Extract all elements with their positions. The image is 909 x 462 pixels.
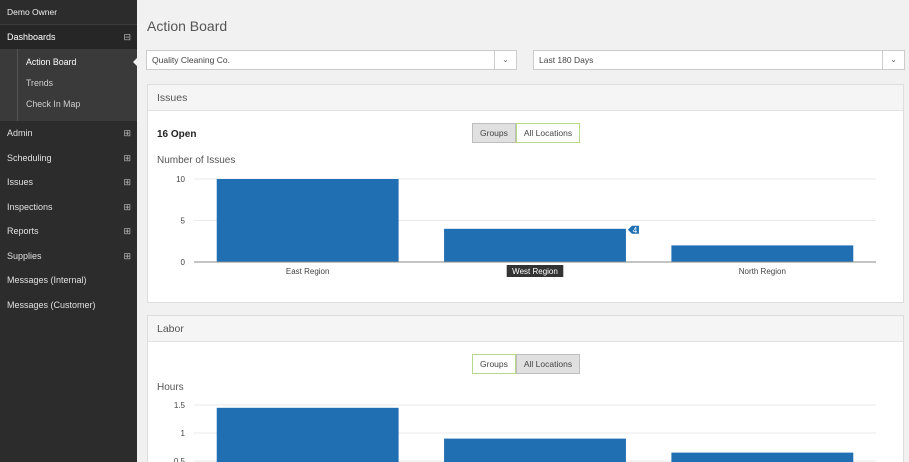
y-tick-label: 0.5: [174, 457, 186, 462]
y-tick-label: 1: [181, 429, 186, 438]
bar: [444, 438, 626, 462]
chevron-down-icon[interactable]: ⌄: [882, 51, 904, 69]
collapse-icon[interactable]: ⊟: [123, 25, 131, 50]
sidebar-item-reports[interactable]: Reports ⊞: [0, 219, 137, 244]
expand-icon[interactable]: ⊞: [123, 219, 131, 244]
bar: [444, 228, 626, 262]
y-tick-label: 0: [181, 258, 186, 267]
groups-button[interactable]: Groups: [472, 354, 516, 374]
sidebar-item-dashboards[interactable]: Dashboards ⊟: [0, 25, 137, 49]
sidebar-item-label: Issues: [7, 177, 34, 187]
sidebar-item-label: Supplies: [7, 250, 42, 261]
page-title: Action Board: [147, 18, 228, 34]
issues-panel: Issues 16 Open Groups All Locations Numb…: [147, 84, 904, 303]
sidebar-subitem-trends[interactable]: Trends: [0, 73, 137, 94]
groups-button[interactable]: Groups: [472, 123, 516, 143]
sidebar-item-label: Messages (Internal): [7, 275, 87, 285]
chevron-down-icon[interactable]: ⌄: [494, 51, 516, 69]
sidebar-subitem-check-in-map[interactable]: Check In Map: [0, 94, 137, 115]
all-locations-button[interactable]: All Locations: [515, 354, 581, 374]
sidebar: Demo Owner Dashboards ⊟ Action Board Tre…: [0, 0, 138, 462]
company-select-value: Quality Cleaning Co.: [152, 55, 230, 65]
issues-bar-chart: 0 5 10 East Region West Region 4 North Region: [176, 175, 876, 277]
bar: [671, 245, 854, 262]
data-label: 4: [633, 226, 638, 235]
bar: [671, 452, 854, 462]
sidebar-item-messages-customer[interactable]: Messages (Customer): [0, 293, 137, 318]
sidebar-item-label: Messages (Customer): [7, 299, 96, 310]
y-tick-label: 5: [181, 217, 186, 226]
sidebar-item-label: Scheduling: [7, 152, 52, 163]
labor-chart-title: Hours: [157, 382, 184, 393]
x-tick-label: West Region: [512, 267, 558, 276]
y-tick-label: 10: [176, 175, 185, 184]
sidebar-item-label: Inspections: [7, 201, 53, 212]
bar: [216, 179, 399, 262]
sidebar-item-scheduling[interactable]: Scheduling ⊞: [0, 146, 137, 171]
sidebar-item-label: Dashboards: [7, 32, 56, 42]
main-content: Action Board Quality Cleaning Co. ⌄ Last…: [137, 0, 909, 462]
sidebar-item-supplies[interactable]: Supplies ⊞: [0, 244, 137, 269]
expand-icon[interactable]: ⊞: [123, 170, 131, 195]
sidebar-item-admin[interactable]: Admin ⊞: [0, 121, 137, 146]
company-select[interactable]: Quality Cleaning Co. ⌄: [146, 50, 517, 70]
sidebar-item-label: Admin: [7, 128, 33, 138]
all-locations-button[interactable]: All Locations: [515, 123, 581, 143]
labor-bar-chart: 0.5 1 1.5: [174, 401, 876, 462]
labor-panel: Labor Groups All Locations Hours 0.5 1 1.5: [147, 315, 904, 462]
labor-view-toggle: Groups All Locations: [472, 354, 581, 374]
issues-chart-title: Number of Issues: [157, 155, 236, 166]
open-issues-count: 16 Open: [157, 129, 197, 140]
bar: [216, 407, 399, 462]
expand-icon[interactable]: ⊞: [123, 121, 131, 146]
expand-icon[interactable]: ⊞: [123, 244, 131, 269]
date-range-select[interactable]: Last 180 Days ⌄: [533, 50, 905, 70]
expand-icon[interactable]: ⊞: [123, 195, 131, 220]
sidebar-item-messages-internal[interactable]: Messages (Internal): [0, 268, 137, 293]
x-tick-label: North Region: [739, 267, 786, 276]
issues-view-toggle: Groups All Locations: [472, 123, 581, 143]
dashboards-submenu: Action Board Trends Check In Map: [0, 49, 138, 121]
sidebar-subitem-action-board[interactable]: Action Board: [0, 52, 138, 73]
date-range-value: Last 180 Days: [539, 55, 594, 65]
sidebar-item-inspections[interactable]: Inspections ⊞: [0, 195, 137, 220]
sidebar-item-label: Reports: [7, 226, 39, 236]
x-tick-label: East Region: [286, 267, 330, 276]
issues-panel-title: Issues: [148, 85, 903, 111]
sidebar-item-issues[interactable]: Issues ⊞: [0, 170, 137, 195]
owner-name[interactable]: Demo Owner: [0, 0, 137, 25]
y-tick-label: 1.5: [174, 401, 186, 410]
expand-icon[interactable]: ⊞: [123, 146, 131, 171]
labor-panel-title: Labor: [148, 316, 903, 342]
